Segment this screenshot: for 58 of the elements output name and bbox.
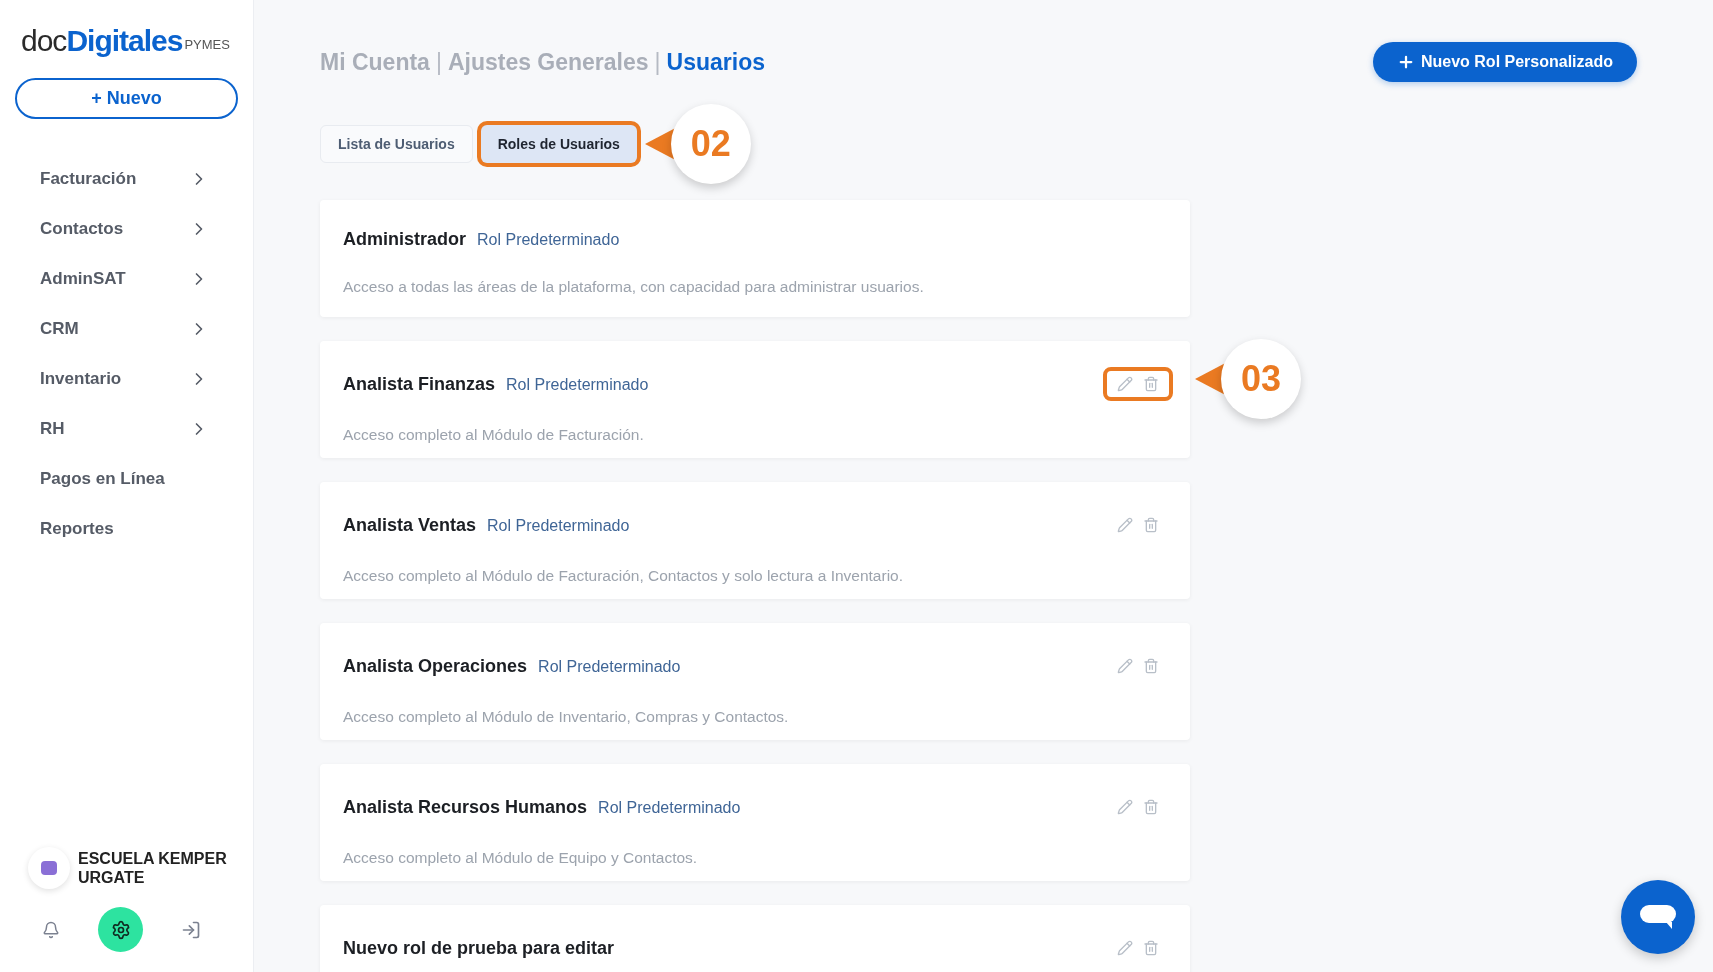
delete-button[interactable]	[1143, 376, 1159, 392]
avatar	[28, 847, 70, 889]
chat-button[interactable]	[1621, 880, 1695, 954]
role-description: Acceso a todas las áreas de la plataforma, con capacidad para administrar usuarios.	[343, 277, 925, 297]
role-name: Nuevo rol de prueba para editar	[343, 936, 615, 960]
sidebar-item[interactable]: AdminSAT	[0, 254, 253, 304]
delete-button[interactable]	[1143, 799, 1159, 815]
trash-icon	[1143, 940, 1159, 956]
sidebar-item[interactable]: Inventario	[0, 354, 253, 404]
role-description: Acceso completo al Módulo de Facturación.	[343, 425, 645, 445]
sidebar-item[interactable]: CRM	[0, 304, 253, 354]
edit-button[interactable]	[1117, 799, 1133, 815]
breadcrumb-separator: |	[654, 47, 661, 77]
role-tag: Rol Predeterminado	[477, 228, 620, 252]
sidebar-item[interactable]: Pagos en Línea	[0, 454, 253, 504]
sidebar-item[interactable]: RH	[0, 404, 253, 454]
edit-button[interactable]	[1117, 658, 1133, 674]
pencil-icon	[1117, 799, 1133, 815]
role-description: Acceso completo al Módulo de Inventario, Compras y Contactos.	[343, 707, 790, 727]
role-tag: Rol Predeterminado	[598, 795, 741, 820]
edit-button[interactable]	[1117, 517, 1133, 533]
edit-button[interactable]	[1117, 940, 1133, 956]
role-name: Administrador	[343, 228, 466, 251]
pencil-icon	[1117, 376, 1133, 392]
pencil-icon	[1117, 658, 1133, 674]
trash-icon	[1143, 517, 1159, 533]
role-name: Analista Finanzas	[343, 372, 496, 396]
breadcrumb-item: Usuarios	[666, 47, 765, 77]
new-button[interactable]: + Nuevo	[15, 78, 238, 119]
role-description: Acceso completo al Módulo de Equipo y Contactos.	[343, 848, 699, 868]
settings-icon	[110, 919, 131, 940]
bell-icon	[41, 920, 60, 939]
role-name: Analista Operaciones	[343, 654, 528, 678]
role-name: Analista Recursos Humanos	[343, 795, 588, 819]
pencil-icon	[1117, 517, 1133, 533]
sidebar-item[interactable]: Facturación	[0, 154, 253, 204]
trash-icon	[1143, 799, 1159, 815]
logo: docDigitales PYMES	[21, 26, 231, 56]
trash-icon	[1143, 658, 1159, 674]
trash-icon	[1143, 376, 1159, 392]
role-description: Acceso completo al Módulo de Facturación, Contactos y solo lectura a Inventario.	[343, 566, 904, 586]
role-tag: Rol Predeterminado	[487, 513, 630, 538]
exit-icon	[180, 919, 201, 940]
role-tag: Rol Predeterminado	[538, 654, 681, 679]
role-tag: Rol Predeterminado	[506, 372, 649, 397]
edit-button[interactable]	[1117, 376, 1133, 392]
settings-button[interactable]	[98, 907, 143, 952]
sidebar-item[interactable]: Contactos	[0, 204, 253, 254]
account-name: ESCUELA KEMPER URGATE	[78, 849, 228, 887]
breadcrumb-separator: |	[435, 47, 442, 77]
role-name: Analista Ventas	[343, 513, 477, 537]
delete-button[interactable]	[1143, 517, 1159, 533]
delete-button[interactable]	[1143, 940, 1159, 956]
sidebar-item[interactable]: Reportes	[0, 504, 253, 554]
new-role-button[interactable]: Nuevo Rol Personalizado	[1372, 42, 1637, 82]
pencil-icon	[1117, 940, 1133, 956]
tab[interactable]: Lista de Usuarios	[320, 125, 473, 163]
delete-button[interactable]	[1143, 658, 1159, 674]
